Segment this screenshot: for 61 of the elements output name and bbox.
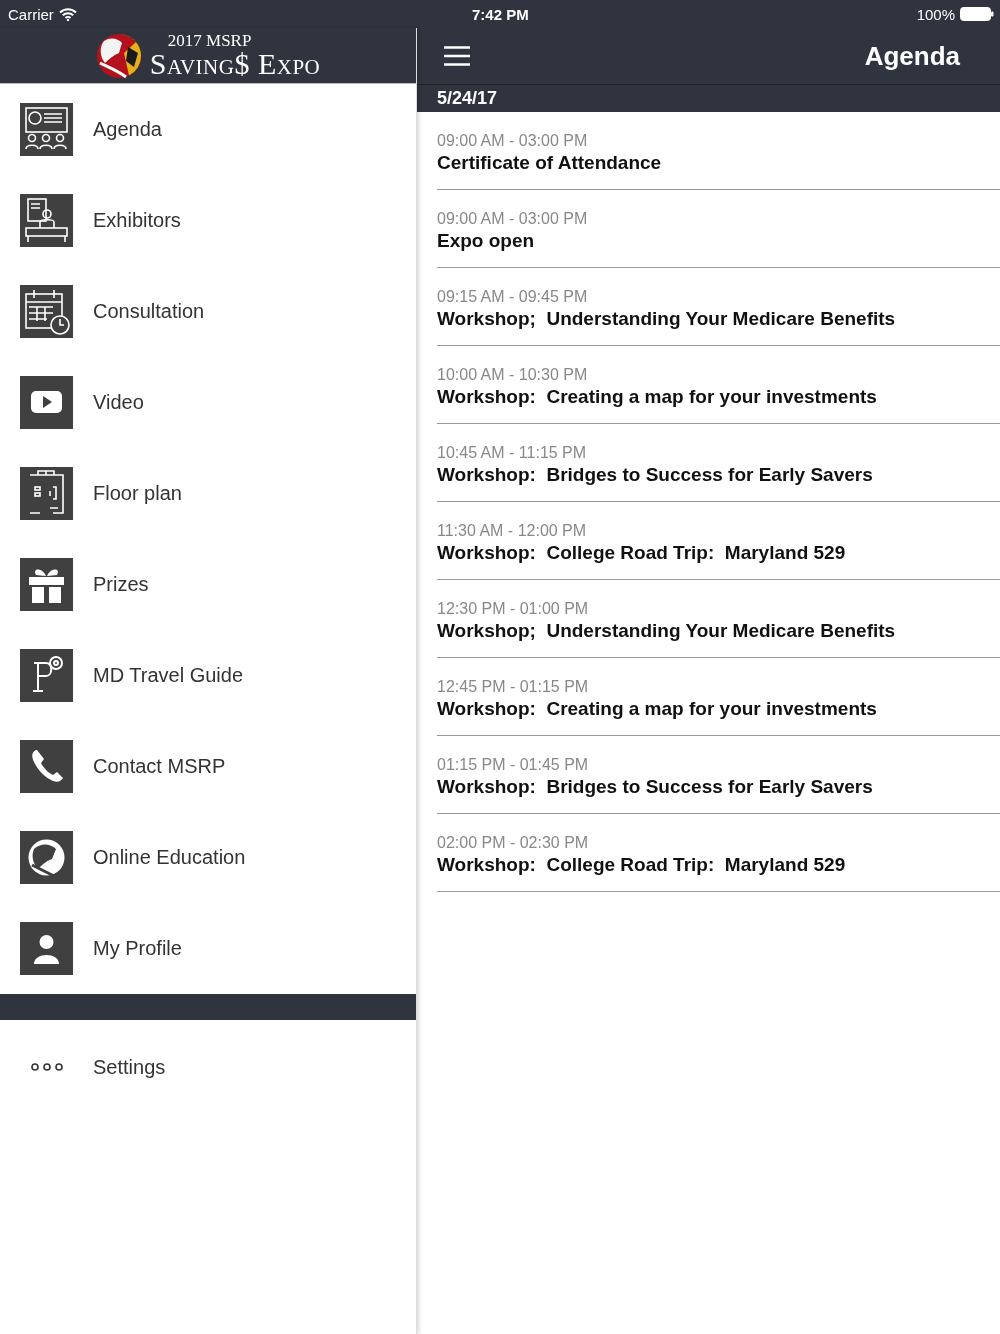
time-text: 10:45 AM - 11:15 PM	[437, 443, 588, 462]
battery-text: 100%	[916, 5, 955, 23]
presentation-icon	[20, 103, 73, 156]
session-title: Workshop: Bridges to Success for Early Savers	[437, 463, 874, 486]
time-text: 02:00 PM - 02:30 PM	[437, 833, 590, 852]
menu-item[interactable]: My Profile	[0, 903, 416, 994]
time-text: 09:15 AM - 09:45 PM	[437, 287, 589, 306]
logo-globe-icon	[95, 32, 142, 79]
clock-text: 7:42 PM	[472, 5, 529, 23]
logo-year-text: 2017 MSRP	[167, 32, 253, 49]
play-icon	[20, 376, 73, 429]
session-title: Workshop: Bridges to Success for Early Savers	[437, 775, 874, 798]
time-text: 12:45 PM - 01:15 PM	[437, 677, 590, 696]
time-text: 09:00 AM - 03:00 PM	[437, 209, 589, 228]
time-text: 12:30 PM - 01:00 PM	[437, 599, 590, 618]
wifi-icon	[58, 7, 77, 21]
floor-plan-icon	[20, 467, 73, 520]
session-row[interactable]: 12:30 PM - 01:00 PM Workshop; Understanding Your Medicare Benefits	[437, 580, 1000, 658]
session-title: Certificate of Attendance	[437, 151, 663, 174]
menu-item[interactable]: Video	[0, 357, 416, 448]
carrier-text: Carrier	[8, 5, 54, 23]
menu-icon[interactable]	[444, 46, 470, 66]
menu-item[interactable]: Prizes	[0, 539, 416, 630]
session-row[interactable]: 09:00 AM - 03:00 PM Expo open	[437, 190, 1000, 268]
menu-item[interactable]: Contact MSRP	[0, 721, 416, 812]
phone-icon	[20, 740, 73, 793]
session-row[interactable]: 12:45 PM - 01:15 PM Workshop: Creating a map for your investments	[437, 658, 1000, 736]
session-title: Workshop: Creating a map for your investments	[437, 385, 878, 408]
more-icon	[30, 1062, 64, 1072]
session-title: Expo open	[437, 229, 536, 252]
page-title: Agenda	[864, 40, 960, 72]
time-text: 01:15 PM - 01:45 PM	[437, 755, 590, 774]
calendar-clock-icon	[20, 285, 73, 338]
session-title: Workshop: College Road Trip: Maryland 529	[437, 541, 847, 564]
menu-item[interactable]: Floor plan	[0, 448, 416, 539]
session-row[interactable]: 11:30 AM - 12:00 PM Workshop: College Road Trip: Maryland 529	[437, 502, 1000, 580]
session-title: Workshop; Understanding Your Medicare Benefits	[437, 307, 897, 330]
menu-item[interactable]: Online Education	[0, 812, 416, 903]
time-text: 10:00 AM - 10:30 PM	[437, 365, 589, 384]
session-row[interactable]: 01:15 PM - 01:45 PM Workshop: Bridges to Success for Early Savers	[437, 736, 1000, 814]
menu-item[interactable]: Exhibitors	[0, 175, 416, 266]
session-title: Workshop: Creating a map for your investments	[437, 697, 878, 720]
time-text: 09:00 AM - 03:00 PM	[437, 131, 589, 150]
session-row[interactable]: 09:15 AM - 09:45 PM Workshop; Understanding Your Medicare Benefits	[437, 268, 1000, 346]
logo-name-text: Saving$ Expo	[149, 49, 321, 79]
battery-icon	[960, 7, 994, 21]
session-row[interactable]: 09:00 AM - 03:00 PM Certificate of Attendance	[437, 112, 1000, 190]
date-text: 5/24/17	[437, 88, 498, 109]
gift-icon	[20, 558, 73, 611]
time-text: 11:30 AM - 12:00 PM	[437, 521, 588, 540]
settings-item[interactable]: Settings	[0, 1020, 416, 1114]
menu-item[interactable]: Agenda	[0, 84, 416, 175]
session-row[interactable]: 10:00 AM - 10:30 PM Workshop: Creating a map for your investments	[437, 346, 1000, 424]
menu-item[interactable]: Consultation	[0, 266, 416, 357]
session-row[interactable]: 10:45 AM - 11:15 PM Workshop: Bridges to Success for Early Savers	[437, 424, 1000, 502]
session-title: Workshop: College Road Trip: Maryland 529	[437, 853, 847, 876]
menu-item[interactable]: MD Travel Guide	[0, 630, 416, 721]
person-icon	[20, 922, 73, 975]
exhibitor-icon	[20, 194, 73, 247]
session-title: Workshop; Understanding Your Medicare Benefits	[437, 619, 897, 642]
session-row[interactable]: 02:00 PM - 02:30 PM Workshop: College Road Trip: Maryland 529	[437, 814, 1000, 892]
